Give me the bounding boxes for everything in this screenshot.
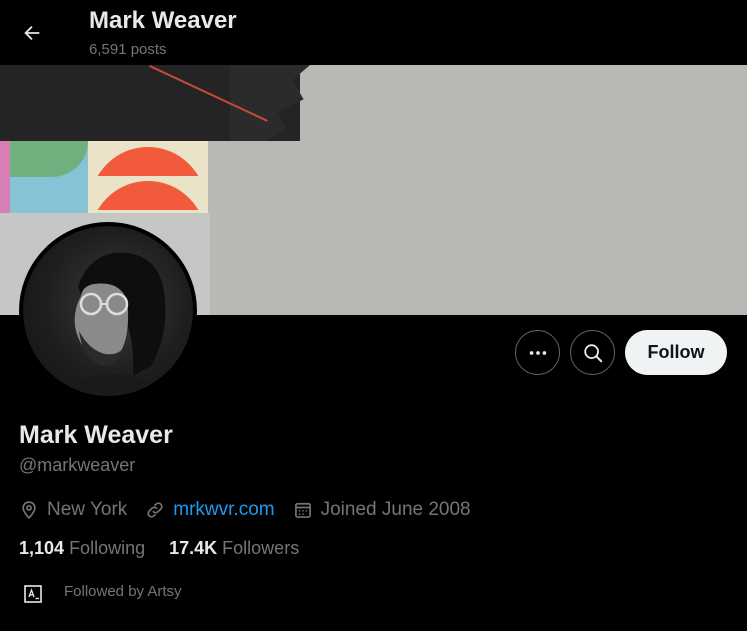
- follow-button[interactable]: Follow: [625, 330, 727, 375]
- joined-text: Joined June 2008: [320, 499, 471, 520]
- search-icon: [583, 343, 602, 362]
- more-dots-icon: [529, 350, 546, 355]
- avatar-photo: [63, 252, 168, 396]
- followers-label: Followers: [222, 538, 300, 558]
- website-link[interactable]: mrkwvr.com: [173, 499, 274, 521]
- profile-handle: @markweaver: [19, 455, 136, 475]
- profile-avatar[interactable]: [19, 222, 197, 400]
- followed-by-text: Followed by Artsy: [64, 582, 182, 600]
- search-button[interactable]: [570, 330, 615, 375]
- profile-meta: New York mrkwvr.com Joined June 2008: [19, 498, 489, 522]
- following-count: 1,104: [19, 538, 65, 558]
- more-button[interactable]: [515, 330, 560, 375]
- profile-display-name: Mark Weaver: [19, 421, 173, 449]
- followed-by-row[interactable]: Followed by Artsy: [19, 574, 182, 608]
- post-count: 6,591 posts: [89, 41, 167, 58]
- artsy-logo-icon: [19, 580, 47, 608]
- profile-website: mrkwvr.com: [145, 499, 275, 521]
- arrow-left-icon: [24, 25, 40, 41]
- location-text: New York: [47, 499, 128, 520]
- location-pin-icon: [22, 501, 36, 520]
- following-label: Following: [69, 538, 146, 558]
- followers-count: 17.4K: [169, 538, 218, 558]
- back-button[interactable]: [14, 15, 50, 51]
- profile-location: New York: [19, 499, 127, 521]
- profile-header: Mark Weaver 6,591 posts: [0, 0, 747, 65]
- followers-link[interactable]: 17.4K Followers: [169, 538, 299, 559]
- following-link[interactable]: 1,104 Following: [19, 538, 145, 559]
- profile-joined: Joined June 2008: [293, 499, 471, 521]
- profile-stats: 1,104 Following 17.4K Followers: [19, 538, 323, 559]
- header-title: Mark Weaver: [89, 7, 237, 34]
- calendar-icon: [294, 502, 311, 518]
- banner-color-blocks: [0, 141, 208, 213]
- link-icon: [147, 502, 163, 518]
